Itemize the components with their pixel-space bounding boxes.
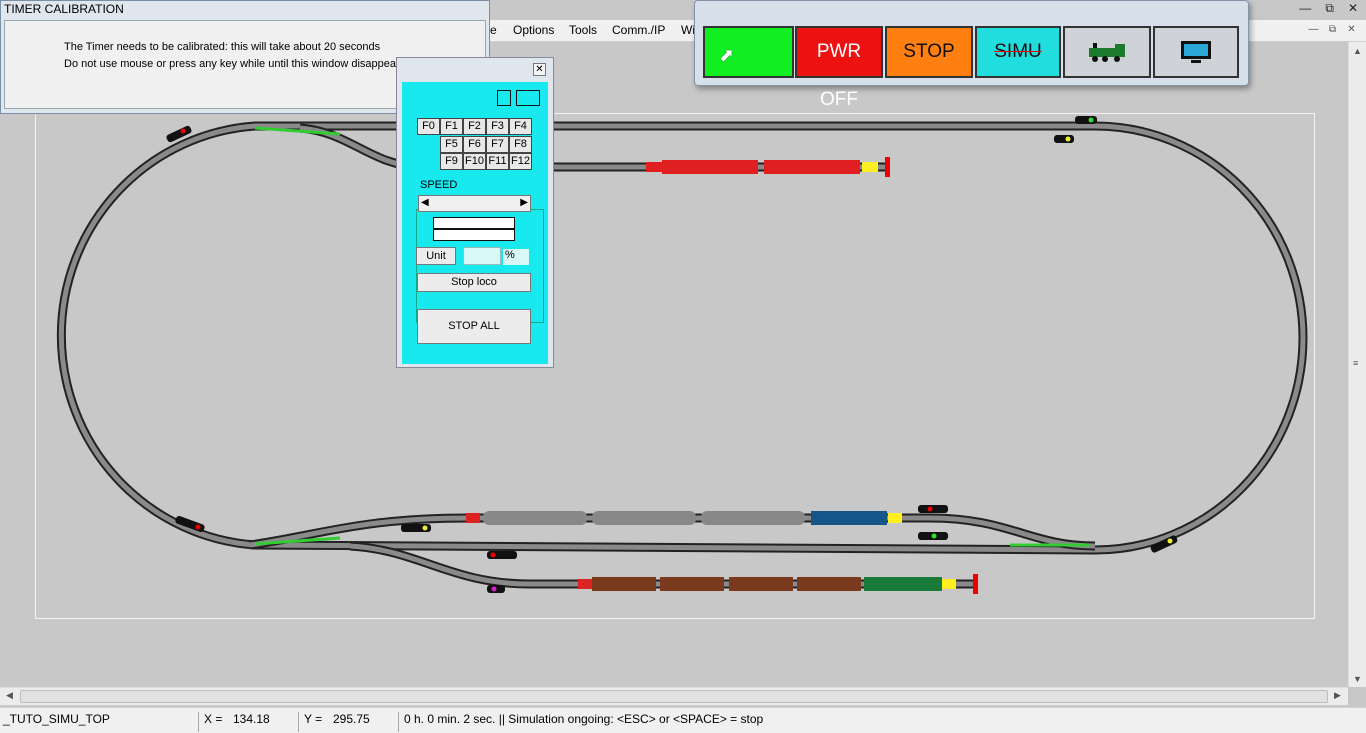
- unit-button[interactable]: Unit: [416, 247, 456, 265]
- locomotive-button[interactable]: [1063, 26, 1151, 78]
- monitor-icon: [1181, 41, 1211, 63]
- dialog-message-line2: Do not use mouse or press any key while …: [64, 58, 406, 70]
- scroll-down-icon[interactable]: ▼: [1353, 674, 1362, 684]
- signal-lower-siding[interactable]: [487, 585, 505, 593]
- status-separator: [198, 712, 199, 732]
- function-key-f4[interactable]: F4: [509, 118, 532, 135]
- cab-direction-icon[interactable]: [497, 90, 511, 106]
- status-separator: [398, 712, 399, 732]
- speed-display: [433, 217, 515, 241]
- close-icon[interactable]: ✕: [1348, 1, 1358, 16]
- cab-view-icon[interactable]: [516, 90, 540, 106]
- status-bar: _TUTO_SIMU_TOP X = 134.18 Y = 295.75 0 h…: [0, 707, 1366, 733]
- main-loop-track-bed: [58, 123, 1306, 553]
- horizontal-scrollbar[interactable]: ◀ ▶: [0, 687, 1348, 705]
- scroll-up-icon[interactable]: ▲: [1353, 46, 1362, 56]
- stop-all-button[interactable]: STOP ALL: [417, 309, 531, 344]
- cab-control-panel: ✕ F0 F1 F2 F3 F4 F5 F6 F7 F8 F9 F10 F11 …: [396, 57, 554, 368]
- control-toolbar: ⬈ PWR OFF STOP SIMU: [694, 0, 1249, 110]
- signal-middle-left[interactable]: [401, 524, 431, 532]
- stop-loco-button[interactable]: Stop loco: [417, 273, 531, 292]
- cab-close-icon[interactable]: ✕: [533, 63, 546, 76]
- status-y-value: 295.75: [333, 712, 370, 726]
- power-off-button[interactable]: PWR OFF: [795, 26, 883, 110]
- function-key-f8[interactable]: F8: [509, 136, 532, 153]
- stop-button[interactable]: STOP: [885, 26, 973, 78]
- dialog-message-line1: The Timer needs to be calibrated: this w…: [64, 41, 381, 53]
- function-key-f11[interactable]: F11: [486, 153, 509, 170]
- status-layout-name: _TUTO_SIMU_TOP: [3, 712, 110, 726]
- signal-top-right-2[interactable]: [1054, 135, 1074, 143]
- signal-middle-right-bottom[interactable]: [918, 532, 948, 540]
- locomotive-icon: [1089, 43, 1125, 62]
- function-key-f2[interactable]: F2: [463, 118, 486, 135]
- main-loop-track: [56, 121, 1308, 555]
- slider-right-icon[interactable]: ▶: [520, 197, 528, 208]
- function-key-f12[interactable]: F12: [509, 153, 532, 170]
- function-key-f3[interactable]: F3: [486, 118, 509, 135]
- status-message: 0 h. 0 min. 2 sec. || Simulation ongoing…: [404, 712, 764, 726]
- train-brown-green[interactable]: [578, 574, 978, 594]
- function-key-f0[interactable]: F0: [417, 118, 440, 135]
- function-key-f9[interactable]: F9: [440, 153, 463, 170]
- signal-lower-left[interactable]: [487, 551, 517, 559]
- status-separator: [298, 712, 299, 732]
- vertical-scrollbar[interactable]: ▲ ≡ ▼: [1348, 42, 1366, 687]
- go-button[interactable]: ⬈: [703, 26, 794, 78]
- display-button[interactable]: [1153, 26, 1239, 78]
- speed-percent-field[interactable]: [463, 247, 501, 265]
- dialog-title: TIMER CALIBRATION: [4, 2, 124, 16]
- status-x-label: X =: [204, 712, 223, 726]
- speed-label: SPEED: [418, 179, 460, 191]
- signal-middle-right-top[interactable]: [918, 505, 948, 513]
- speed-slider[interactable]: ◀ ▶: [418, 195, 531, 212]
- function-key-f7[interactable]: F7: [486, 136, 509, 153]
- slider-left-icon[interactable]: ◀: [421, 197, 429, 208]
- scroll-thumb[interactable]: [20, 690, 1328, 703]
- percent-label: %: [503, 249, 529, 265]
- status-x-value: 134.18: [233, 712, 270, 726]
- function-key-f1[interactable]: F1: [440, 118, 463, 135]
- scroll-left-icon[interactable]: ◀: [6, 690, 13, 701]
- signal-top-right[interactable]: [1075, 116, 1097, 124]
- cursor-icon: ⬈: [719, 45, 735, 65]
- train-red[interactable]: [646, 157, 890, 177]
- simu-button[interactable]: SIMU: [975, 26, 1061, 78]
- function-key-f10[interactable]: F10: [463, 153, 486, 170]
- train-grey-blue[interactable]: [466, 511, 902, 525]
- cab-panel-body: F0 F1 F2 F3 F4 F5 F6 F7 F8 F9 F10 F11 F1…: [402, 82, 548, 364]
- function-key-f5[interactable]: F5: [440, 136, 463, 153]
- scroll-right-icon[interactable]: ▶: [1334, 690, 1341, 701]
- status-y-label: Y =: [304, 712, 323, 726]
- scroll-grip-icon[interactable]: ≡: [1353, 358, 1358, 368]
- function-key-f6[interactable]: F6: [463, 136, 486, 153]
